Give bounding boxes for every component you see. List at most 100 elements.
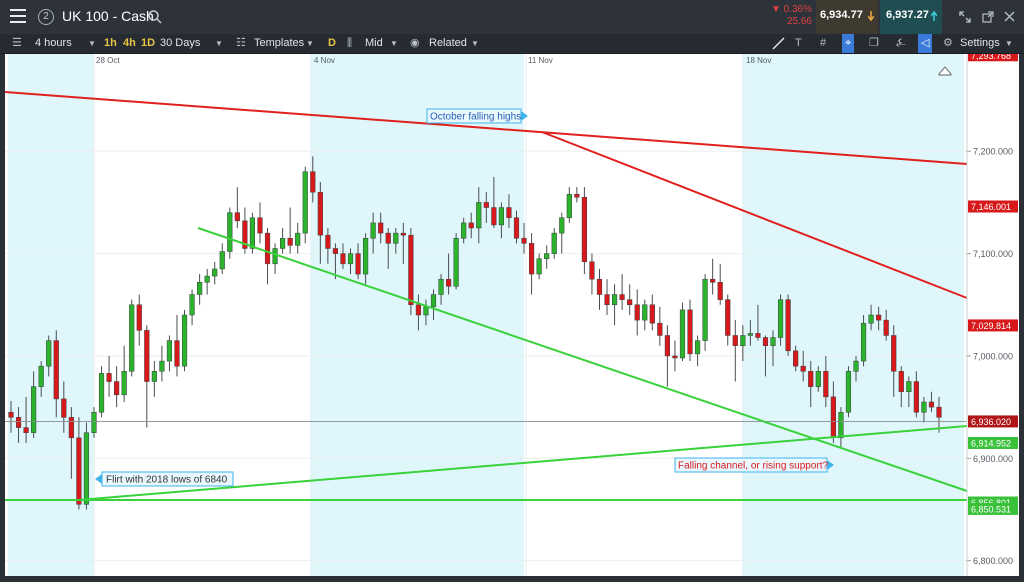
candle-body[interactable] bbox=[491, 207, 497, 226]
expand-icon[interactable] bbox=[959, 11, 971, 23]
candle-body[interactable] bbox=[363, 237, 369, 275]
candle-body[interactable] bbox=[227, 212, 233, 252]
layers-icon[interactable]: ❐ bbox=[869, 34, 879, 53]
candle-body[interactable] bbox=[144, 330, 150, 382]
settings-button[interactable]: Settings bbox=[960, 34, 1000, 53]
candle-body[interactable] bbox=[159, 360, 165, 372]
candle-body[interactable] bbox=[249, 217, 256, 249]
candle-body[interactable] bbox=[498, 207, 504, 226]
indicator-icon[interactable]: ⍼ bbox=[896, 34, 906, 53]
crosshair-icon[interactable]: ⌖ bbox=[842, 34, 855, 53]
candle-body[interactable] bbox=[679, 309, 686, 359]
candle-body[interactable] bbox=[634, 304, 640, 321]
rising-support-line[interactable] bbox=[78, 425, 968, 501]
chart-area[interactable]: 28 Oct 4 Nov 11 Nov 18 Nov 7,200.000 7,100.0… bbox=[5, 54, 1019, 576]
candle-body[interactable] bbox=[393, 232, 399, 244]
menu-icon[interactable] bbox=[10, 9, 26, 23]
candle-body[interactable] bbox=[136, 304, 142, 331]
candle-body[interactable] bbox=[219, 251, 225, 270]
falling-channel-lower-line[interactable] bbox=[197, 227, 968, 492]
candle-body[interactable] bbox=[566, 193, 572, 219]
candle-body[interactable] bbox=[347, 253, 354, 265]
candle-body[interactable] bbox=[212, 268, 218, 277]
candle-body[interactable] bbox=[702, 278, 708, 341]
candle-body[interactable] bbox=[672, 355, 678, 359]
related-dropdown[interactable]: Related bbox=[429, 34, 467, 53]
draw-mode-button[interactable]: D bbox=[328, 34, 336, 53]
chart-list-icon[interactable]: ☰ bbox=[12, 34, 22, 53]
candle-body[interactable] bbox=[627, 299, 633, 306]
text-tool-icon[interactable]: T bbox=[795, 34, 802, 53]
candle-body[interactable] bbox=[355, 253, 361, 275]
interval-dropdown[interactable]: 4 hours bbox=[35, 34, 72, 53]
candle-body[interactable] bbox=[310, 171, 316, 193]
candle-body[interactable] bbox=[551, 232, 557, 254]
instrument-title[interactable]: UK 100 - Cash bbox=[62, 8, 154, 24]
candle-body[interactable] bbox=[23, 427, 29, 433]
candle-body[interactable] bbox=[317, 191, 323, 236]
candle-body[interactable] bbox=[528, 243, 535, 275]
candle-body[interactable] bbox=[589, 261, 595, 280]
candle-body[interactable] bbox=[710, 278, 716, 283]
interval-1h-button[interactable]: 1h bbox=[104, 34, 117, 53]
candle-body[interactable] bbox=[400, 232, 406, 236]
candle-body[interactable] bbox=[596, 278, 603, 295]
candle-body[interactable] bbox=[234, 212, 240, 222]
tag-icon[interactable]: ◁ bbox=[918, 34, 933, 53]
candle-body[interactable] bbox=[438, 278, 444, 295]
candle-body[interactable] bbox=[264, 232, 271, 265]
candle-body[interactable] bbox=[166, 340, 173, 362]
candle-body[interactable] bbox=[619, 294, 625, 300]
candle-body[interactable] bbox=[853, 360, 859, 372]
candle-body[interactable] bbox=[823, 371, 829, 398]
candle-body[interactable] bbox=[385, 232, 391, 244]
candle-body[interactable] bbox=[151, 371, 157, 382]
candle-body[interactable] bbox=[936, 406, 942, 418]
candle-body[interactable] bbox=[68, 417, 74, 439]
buy-price-button[interactable]: 6,937.27 bbox=[880, 0, 942, 34]
candle-body[interactable] bbox=[483, 202, 489, 208]
candle-body[interactable] bbox=[747, 333, 753, 336]
candle-body[interactable] bbox=[725, 299, 731, 336]
october-falling-highs-line[interactable] bbox=[5, 91, 968, 165]
close-icon[interactable] bbox=[1004, 11, 1015, 22]
candle-body[interactable] bbox=[453, 237, 459, 287]
candle-body[interactable] bbox=[53, 340, 59, 400]
popout-icon[interactable] bbox=[982, 11, 994, 23]
candle-body[interactable] bbox=[898, 371, 904, 393]
candle-body[interactable] bbox=[332, 248, 339, 254]
candle-body[interactable] bbox=[808, 371, 814, 387]
candle-body[interactable] bbox=[611, 294, 618, 306]
candle-body[interactable] bbox=[446, 278, 452, 287]
candle-body[interactable] bbox=[415, 304, 422, 316]
candle-body[interactable] bbox=[121, 371, 127, 396]
candle-body[interactable] bbox=[906, 381, 912, 393]
candle-body[interactable] bbox=[513, 217, 520, 239]
candle-body[interactable] bbox=[76, 437, 82, 505]
candle-body[interactable] bbox=[664, 335, 670, 357]
candle-body[interactable] bbox=[815, 371, 821, 387]
candle-body[interactable] bbox=[430, 294, 437, 308]
candle-body[interactable] bbox=[785, 299, 791, 352]
candle-body[interactable] bbox=[921, 401, 927, 413]
home-icon[interactable] bbox=[938, 66, 952, 76]
chart-svg[interactable]: 28 Oct 4 Nov 11 Nov 18 Nov 7,200.000 7,100.0… bbox=[5, 54, 1019, 576]
candle-body[interactable] bbox=[295, 232, 301, 246]
candle-body[interactable] bbox=[461, 222, 467, 239]
candle-body[interactable] bbox=[544, 253, 550, 259]
search-icon[interactable] bbox=[148, 10, 162, 24]
candle-body[interactable] bbox=[883, 319, 889, 336]
interval-1d-button[interactable]: 1D bbox=[141, 34, 155, 53]
candle-body[interactable] bbox=[860, 322, 867, 362]
candle-body[interactable] bbox=[536, 258, 542, 275]
candle-body[interactable] bbox=[800, 365, 806, 372]
candle-body[interactable] bbox=[891, 335, 897, 372]
candle-body[interactable] bbox=[423, 306, 429, 316]
interval-4h-button[interactable]: 4h bbox=[123, 34, 136, 53]
candle-body[interactable] bbox=[83, 432, 90, 505]
candle-body[interactable] bbox=[468, 222, 474, 229]
gear-icon[interactable]: ⚙ bbox=[943, 34, 953, 53]
price-type-dropdown[interactable]: Mid bbox=[365, 34, 383, 53]
candle-body[interactable] bbox=[830, 396, 836, 439]
candle-body[interactable] bbox=[181, 314, 188, 367]
